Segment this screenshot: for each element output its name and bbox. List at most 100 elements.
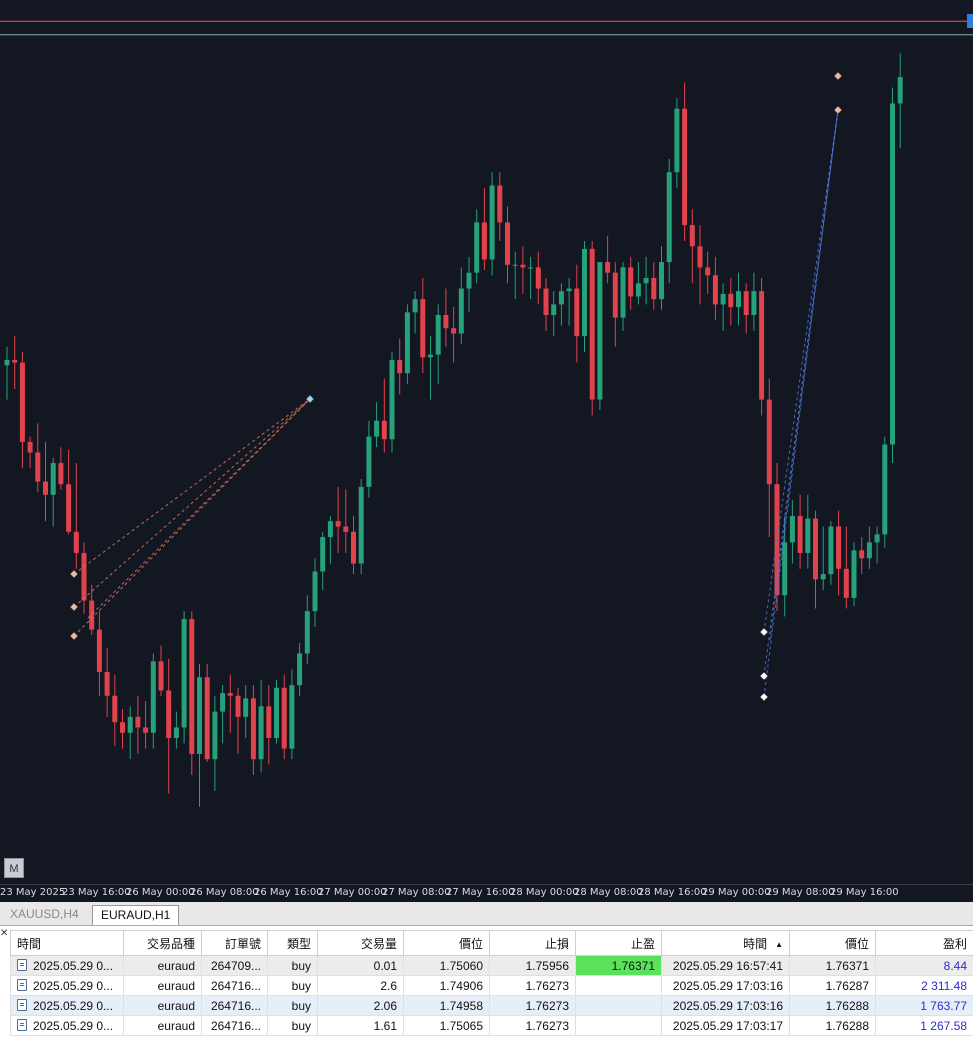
col-header-sl[interactable]: 止損: [489, 930, 576, 956]
candle-body: [589, 248, 595, 400]
candle-body: [674, 108, 680, 173]
candle-body: [266, 706, 272, 739]
candle-body: [882, 444, 888, 535]
candle-body: [428, 354, 433, 358]
candle-body: [258, 706, 264, 760]
candle-body: [35, 452, 41, 482]
trade-marker-icon: [833, 105, 843, 115]
candle-body: [320, 537, 326, 572]
candle-body: [181, 619, 187, 728]
time-axis-label: 27 May 08:00: [382, 887, 451, 898]
cell-close-time: 2025.05.29 17:03:16: [661, 995, 790, 1016]
cell-type: buy: [267, 1015, 318, 1036]
candle-body: [135, 716, 141, 728]
cell-close-price: 1.76288: [789, 1015, 876, 1036]
cell-profit: 8.44: [875, 955, 973, 976]
candle-body: [643, 277, 649, 284]
candle-body: [220, 693, 226, 712]
col-header-profit[interactable]: 盈利: [875, 930, 973, 956]
candle-body: [304, 611, 310, 654]
cell-profit: 1 763.77: [875, 995, 973, 1016]
table-row[interactable]: 2025.05.29 0... euraud 264716... buy 2.6…: [10, 975, 973, 996]
candle-body: [81, 552, 87, 601]
table-row[interactable]: 2025.05.29 0... euraud 264716... buy 1.6…: [10, 1015, 973, 1036]
candle-body: [250, 698, 256, 760]
col-header-tp[interactable]: 止盈: [575, 930, 662, 956]
candle-body: [50, 463, 56, 495]
trade-connector-line: [73, 398, 311, 637]
price-chart[interactable]: M: [0, 0, 973, 884]
cell-order: 264709...: [201, 955, 268, 976]
candle-body: [897, 77, 903, 104]
candle-body: [466, 272, 472, 289]
cell-close-price: 1.76288: [789, 995, 876, 1016]
trade-marker-icon: [759, 627, 769, 637]
candle-body: [281, 687, 287, 749]
candle-body: [43, 481, 48, 495]
time-axis-label: 27 May 16:00: [446, 887, 515, 898]
candle-body: [366, 436, 372, 487]
col-header-order[interactable]: 訂單號: [201, 930, 268, 956]
col-header-open-price[interactable]: 價位: [403, 930, 490, 956]
candle-body: [481, 222, 487, 260]
candlestick-chart[interactable]: [0, 0, 973, 884]
candle-body: [705, 267, 711, 276]
candle-body: [736, 291, 741, 308]
trade-connector-line: [73, 398, 311, 575]
candle-body: [73, 531, 79, 553]
table-header-row: 時間 交易品種 訂單號 類型 交易量 價位 止損 止盈 時間 ▲ 價位 盈利: [10, 930, 973, 956]
candle-body: [828, 526, 834, 575]
cell-type: buy: [267, 955, 318, 976]
col-header-open-time[interactable]: 時間: [10, 930, 124, 956]
cell-open-time: 2025.05.29 0...: [10, 975, 124, 996]
candle-body: [343, 526, 349, 532]
table-row[interactable]: 2025.05.29 0... euraud 264709... buy 0.0…: [10, 955, 973, 976]
col-header-close-time[interactable]: 時間 ▲: [661, 930, 790, 956]
col-header-type[interactable]: 類型: [267, 930, 318, 956]
table-row[interactable]: 2025.05.29 0... euraud 264716... buy 2.0…: [10, 995, 973, 1016]
candle-body: [659, 262, 664, 300]
cell-open-time: 2025.05.29 0...: [10, 995, 124, 1016]
candle-body: [4, 359, 10, 366]
candle-body: [312, 571, 318, 612]
close-panel-icon[interactable]: ✕: [0, 928, 8, 939]
candle-body: [836, 526, 842, 569]
cell-tp: 1.76371: [575, 955, 662, 976]
candle-body: [528, 267, 534, 269]
col-header-volume[interactable]: 交易量: [317, 930, 404, 956]
time-axis-label: 27 May 00:00: [318, 887, 387, 898]
candle-body: [173, 727, 179, 739]
candle-body: [27, 441, 33, 453]
candle-body: [435, 314, 441, 355]
candle-body: [274, 687, 279, 739]
candle-body: [451, 328, 457, 334]
candle-body: [66, 484, 72, 532]
cell-open-price: 1.75060: [403, 955, 490, 976]
cell-sl: 1.76273: [489, 1015, 576, 1036]
candle-body: [805, 518, 811, 553]
candle-body: [489, 185, 495, 260]
col-header-symbol[interactable]: 交易品種: [123, 930, 202, 956]
candle-body: [689, 225, 695, 247]
candle-body: [866, 542, 872, 559]
candle-body: [666, 172, 672, 263]
cell-tp: [575, 1015, 662, 1036]
cell-profit: 2 311.48: [875, 975, 973, 996]
candle-body: [859, 550, 865, 559]
candle-body: [397, 359, 403, 374]
candle-body: [766, 399, 772, 485]
tab-euraud-h1[interactable]: EURAUD,H1: [92, 905, 180, 925]
candle-body: [813, 518, 818, 580]
candle-body: [289, 685, 295, 749]
chart-mode-button[interactable]: M: [4, 858, 24, 878]
tab-xauusd-h4[interactable]: XAUUSD,H4: [2, 905, 87, 925]
time-axis-label: 29 May 08:00: [766, 887, 835, 898]
candle-body: [520, 264, 526, 268]
time-axis: 23 May 2025 23 May 16:00 26 May 00:00 26 Ma…: [0, 884, 973, 902]
candle-body: [412, 299, 418, 313]
cell-open-price: 1.74906: [403, 975, 490, 996]
candle-body: [566, 288, 572, 292]
col-header-close-price[interactable]: 價位: [789, 930, 876, 956]
cell-type: buy: [267, 975, 318, 996]
cell-profit: 1 267.58: [875, 1015, 973, 1036]
